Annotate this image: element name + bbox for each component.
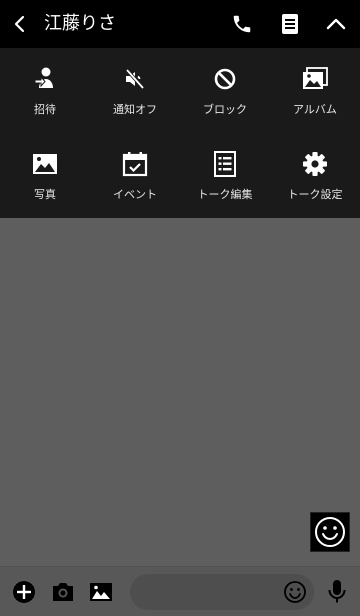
- edit-talk-icon: [211, 150, 239, 178]
- smiley-icon: [310, 512, 350, 552]
- menu-item-photo[interactable]: 写真: [0, 133, 90, 218]
- mute-icon: [121, 65, 149, 93]
- menu-item-album[interactable]: アルバム: [270, 48, 360, 133]
- event-icon: [121, 150, 149, 178]
- message-input-wrapper: [130, 574, 314, 610]
- plus-icon[interactable]: [11, 579, 37, 605]
- chat-title: 江藤りさ: [44, 13, 116, 34]
- menu-item-event[interactable]: イベント: [90, 133, 180, 218]
- menu-item-label: イベント: [113, 188, 157, 201]
- chat-menu: 招待 通知オフ ブロック アルバム 写真 イベント トーク編集 トーク設定: [0, 48, 360, 218]
- notes-icon[interactable]: [276, 10, 304, 38]
- album-icon: [301, 65, 329, 93]
- phone-icon[interactable]: [228, 10, 256, 38]
- chat-header: 江藤りさ: [0, 0, 360, 48]
- menu-item-talk-settings[interactable]: トーク設定: [270, 133, 360, 218]
- settings-icon: [301, 150, 329, 178]
- menu-item-label: ブロック: [203, 103, 247, 116]
- back-icon[interactable]: [6, 10, 34, 38]
- chat-area[interactable]: [0, 218, 360, 566]
- menu-item-invite[interactable]: 招待: [0, 48, 90, 133]
- camera-icon[interactable]: [50, 579, 76, 605]
- menu-item-label: 招待: [34, 103, 56, 116]
- photo-icon: [31, 150, 59, 178]
- message-input[interactable]: [144, 574, 274, 610]
- menu-item-edit-talk[interactable]: トーク編集: [180, 133, 270, 218]
- menu-item-block[interactable]: ブロック: [180, 48, 270, 133]
- menu-item-label: アルバム: [293, 103, 337, 116]
- menu-item-mute[interactable]: 通知オフ: [90, 48, 180, 133]
- composer-bar: [0, 566, 360, 616]
- microphone-icon[interactable]: [324, 579, 350, 605]
- menu-item-label: 通知オフ: [113, 103, 157, 116]
- menu-item-label: 写真: [34, 188, 56, 201]
- invite-icon: [31, 65, 59, 93]
- block-icon: [211, 65, 239, 93]
- menu-item-label: トーク設定: [287, 188, 343, 201]
- menu-item-label: トーク編集: [197, 188, 253, 201]
- chevron-up-icon[interactable]: [322, 10, 350, 38]
- emoji-icon[interactable]: [282, 579, 308, 605]
- image-icon[interactable]: [88, 579, 114, 605]
